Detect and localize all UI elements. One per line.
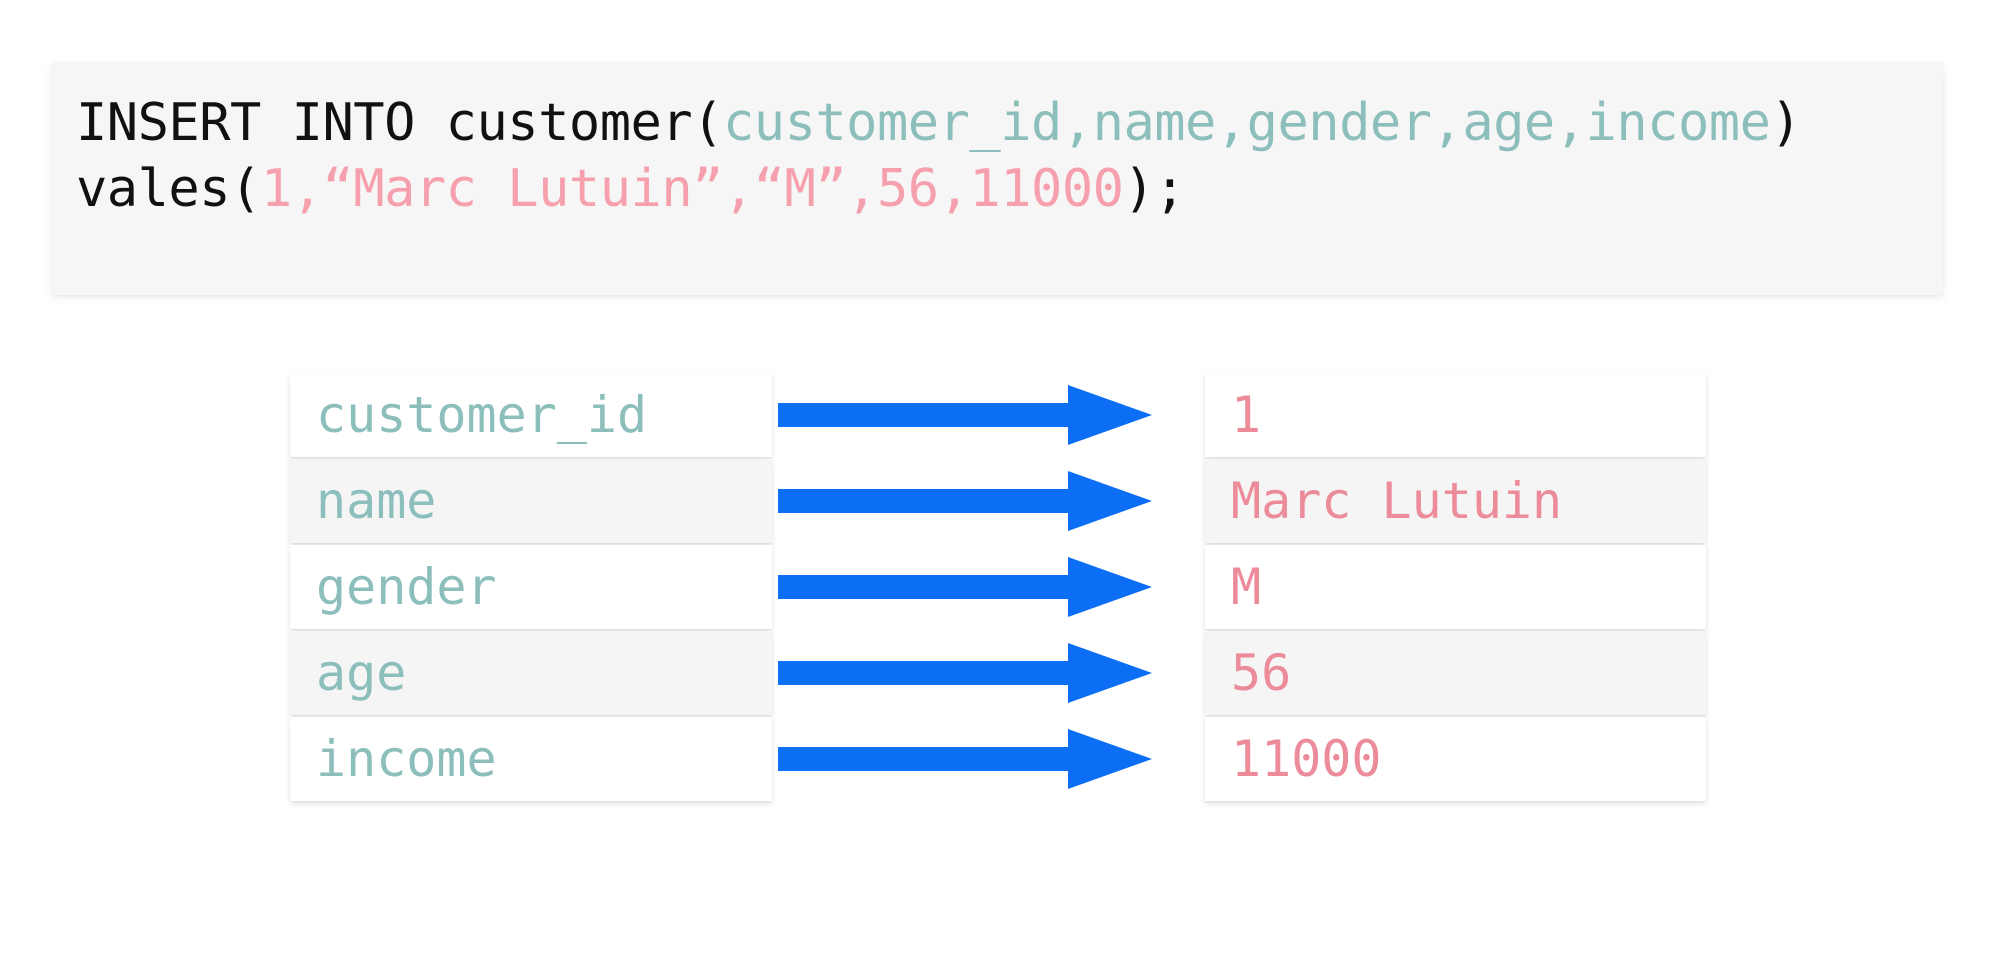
- mapping-row: income 11000: [0, 711, 2000, 807]
- value-cell: M: [1205, 545, 1706, 629]
- value-cell: 1: [1205, 373, 1706, 457]
- column-value-mapping-diagram: customer_id 1 name Marc Lutuin gender M: [0, 355, 2000, 915]
- sql-close-paren-1: ): [1770, 93, 1802, 153]
- right-arrow-icon: [778, 643, 1152, 703]
- column-name-label: customer_id: [316, 386, 648, 444]
- mapping-row: customer_id 1: [0, 367, 2000, 463]
- column-name-cell: name: [290, 459, 772, 543]
- sql-keyword-values: vales(: [76, 159, 261, 219]
- sql-value-list: 1,“Marc Lutuin”,“M”,56,11000: [260, 159, 1124, 219]
- value-label: 1: [1231, 386, 1262, 444]
- column-name-label: age: [316, 644, 407, 702]
- column-name-label: gender: [316, 558, 497, 616]
- sql-code-line-1: INSERT INTO customer(customer_id,name,ge…: [76, 90, 1943, 156]
- column-name-label: name: [316, 472, 437, 530]
- column-name-cell: income: [290, 717, 772, 801]
- column-name-cell: gender: [290, 545, 772, 629]
- value-label: 11000: [1231, 730, 1382, 788]
- value-label: M: [1231, 558, 1262, 616]
- sql-keyword-insert: INSERT INTO customer(: [76, 93, 723, 153]
- sql-column-list: customer_id,name,gender,age,income: [722, 93, 1771, 153]
- right-arrow-icon: [778, 557, 1152, 617]
- column-name-cell: customer_id: [290, 373, 772, 457]
- value-label: 56: [1231, 644, 1292, 702]
- mapping-row: age 56: [0, 625, 2000, 721]
- sql-code-panel: INSERT INTO customer(customer_id,name,ge…: [52, 62, 1943, 295]
- sql-code-line-2: vales(1,“Marc Lutuin”,“M”,56,11000);: [76, 156, 1943, 222]
- value-cell: 11000: [1205, 717, 1706, 801]
- value-cell: Marc Lutuin: [1205, 459, 1706, 543]
- mapping-row: gender M: [0, 539, 2000, 635]
- column-name-cell: age: [290, 631, 772, 715]
- mapping-row: name Marc Lutuin: [0, 453, 2000, 549]
- sql-close-paren-2: );: [1123, 159, 1186, 219]
- value-cell: 56: [1205, 631, 1706, 715]
- right-arrow-icon: [778, 471, 1152, 531]
- right-arrow-icon: [778, 729, 1152, 789]
- value-label: Marc Lutuin: [1231, 472, 1563, 530]
- column-name-label: income: [316, 730, 497, 788]
- right-arrow-icon: [778, 385, 1152, 445]
